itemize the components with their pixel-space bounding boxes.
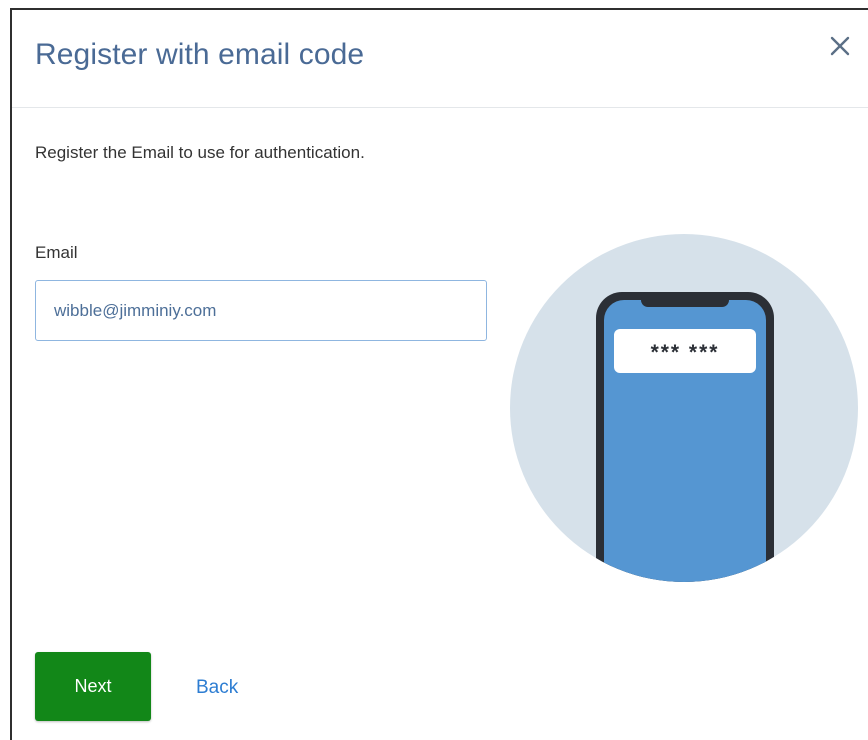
register-email-dialog: Register with email code Register the Em… (0, 0, 868, 740)
phone-notch (641, 292, 729, 307)
code-text: *** *** (651, 341, 720, 364)
close-icon (830, 36, 850, 56)
dialog-header: Register with email code (12, 10, 868, 108)
dialog-border-left (10, 8, 12, 740)
back-link[interactable]: Back (196, 677, 238, 699)
close-button[interactable] (826, 32, 856, 62)
dialog-title: Register with email code (35, 38, 365, 71)
dialog-description: Register the Email to use for authentica… (35, 143, 365, 162)
email-field[interactable] (35, 280, 487, 341)
phone-illustration: *** *** (510, 234, 858, 582)
next-button[interactable]: Next (35, 652, 151, 721)
email-label: Email (35, 243, 78, 262)
